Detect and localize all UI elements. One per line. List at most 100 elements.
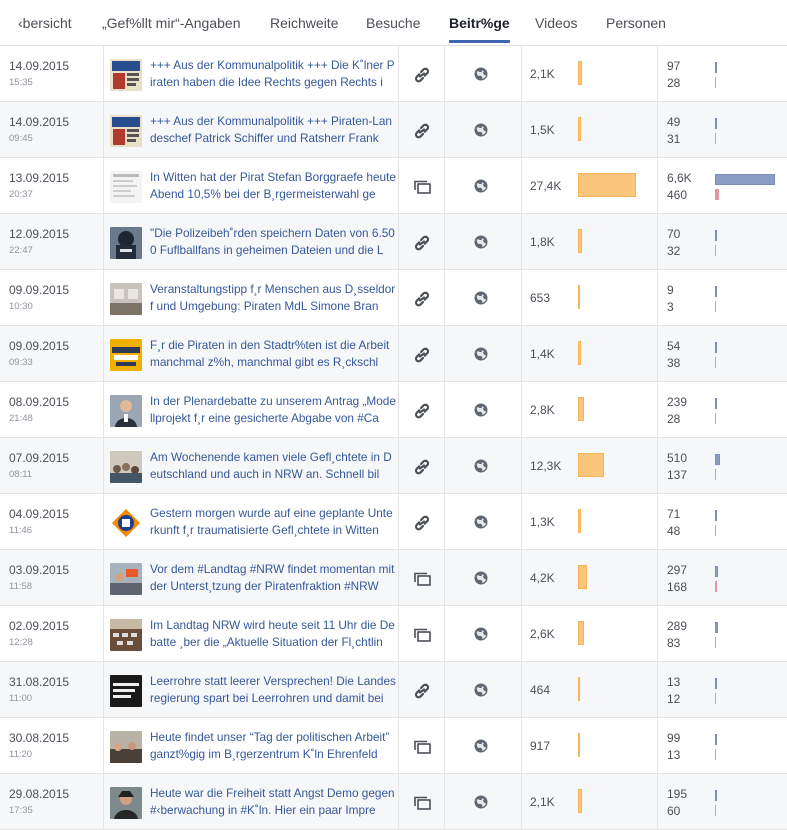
engagement-clicks: 6,6K (667, 171, 692, 185)
table-row[interactable]: 30.08.2015 11:20 Heute findet unser “Tag d… (0, 718, 787, 774)
tab-overview[interactable]: ‹bersicht (18, 15, 72, 31)
table-row[interactable]: 14.09.2015 15:35 +++ Aus der Kommunalpolit… (0, 46, 787, 102)
table-row[interactable]: 03.09.2015 11:58 Vor dem #Landtag #NRW fin… (0, 550, 787, 606)
column-divider (103, 718, 104, 773)
post-thumbnail[interactable] (110, 395, 142, 427)
post-text-link[interactable]: Vor dem #Landtag #NRW findet momentan mi… (150, 561, 396, 595)
globe-icon (474, 459, 488, 473)
tab-posts[interactable]: Beitr%ge (449, 15, 510, 43)
engagement-reactions-bar (715, 413, 716, 424)
column-divider (398, 662, 399, 717)
tab-likes[interactable]: „Gef%llt mir“-Angaben (102, 15, 241, 31)
reach-bar (578, 173, 636, 197)
post-thumbnail[interactable] (110, 675, 142, 707)
post-thumbnail[interactable] (110, 59, 142, 91)
reach-value: 2,1K (530, 67, 555, 81)
post-time: 11:20 (9, 749, 33, 760)
table-row[interactable]: 07.09.2015 08:11 Am Wochenende kamen viele… (0, 438, 787, 494)
column-divider (103, 606, 104, 661)
column-divider (521, 214, 522, 269)
post-thumbnail[interactable] (110, 171, 142, 203)
table-row[interactable]: 04.09.2015 11:46 Gestern morgen wurde auf … (0, 494, 787, 550)
column-divider (103, 46, 104, 101)
column-divider (657, 214, 658, 269)
engagement-reactions-bar (715, 637, 716, 648)
post-thumbnail[interactable] (110, 339, 142, 371)
reach-value: 4,2K (530, 571, 555, 585)
table-row[interactable]: 14.09.2015 09:45 +++ Aus der Kommunalpolit… (0, 102, 787, 158)
post-thumbnail[interactable] (110, 451, 142, 483)
engagement-reactions: 3 (667, 300, 674, 314)
engagement-clicks-bar (715, 790, 717, 801)
engagement-clicks: 99 (667, 731, 681, 745)
post-text-link[interactable]: Am Wochenende kamen viele Gefl¸chtete in… (150, 449, 396, 483)
post-date: 08.09.2015 (9, 395, 70, 409)
table-row[interactable]: 13.09.2015 20:37 In Witten hat der Pirat S… (0, 158, 787, 214)
post-thumbnail[interactable] (110, 507, 142, 539)
table-row[interactable]: 08.09.2015 21:48 In der Plenardebatte zu u… (0, 382, 787, 438)
post-thumbnail[interactable] (110, 115, 142, 147)
link-icon (412, 682, 432, 700)
globe-icon (474, 515, 488, 529)
engagement-reactions-bar (715, 693, 716, 704)
post-text-link[interactable]: Leerrohre statt leerer Versprechen! Die … (150, 673, 396, 707)
post-text-link[interactable]: In Witten hat der Pirat Stefan Borggraef… (150, 169, 396, 203)
tab-visits[interactable]: Besuche (366, 15, 420, 31)
post-time: 22:47 (9, 245, 33, 256)
post-text-link[interactable]: +++ Aus der Kommunalpolitik +++ Piraten-… (150, 113, 396, 147)
post-thumbnail[interactable] (110, 283, 142, 315)
post-text-link[interactable]: Im Landtag NRW wird heute seit 11 Uhr di… (150, 617, 396, 651)
engagement-clicks: 97 (667, 59, 681, 73)
globe-icon (474, 571, 488, 585)
post-thumbnail[interactable] (110, 731, 142, 763)
tab-reach[interactable]: Reichweite (270, 15, 338, 31)
tab-people[interactable]: Personen (606, 15, 666, 31)
reach-bar (578, 677, 580, 701)
post-time: 20:37 (9, 189, 33, 200)
post-text-link[interactable]: Veranstaltungstipp f¸r Menschen aus D¸ss… (150, 281, 396, 315)
engagement-reactions-bar (715, 357, 716, 368)
post-thumbnail[interactable] (110, 619, 142, 651)
column-divider (657, 774, 658, 829)
post-text-link[interactable]: "Die Polizeibeh˚rden speichern Daten von… (150, 225, 396, 259)
table-row[interactable]: 09.09.2015 10:30 Veranstaltungstipp f¸r Me… (0, 270, 787, 326)
post-text-link[interactable]: Heute findet unser “Tag der politischen … (150, 729, 396, 763)
table-row[interactable]: 29.08.2015 17:35 Heute war die Freiheit st… (0, 774, 787, 830)
column-divider (521, 382, 522, 437)
engagement-reactions: 28 (667, 76, 681, 90)
globe-icon (474, 627, 488, 641)
insights-tab-bar: ‹bersicht „Gef%llt mir“-Angaben Reichwei… (0, 0, 787, 46)
table-row[interactable]: 12.09.2015 22:47 "Die Polizeibeh˚rden spei… (0, 214, 787, 270)
column-divider (398, 326, 399, 381)
engagement-reactions: 13 (667, 748, 681, 762)
table-row[interactable]: 02.09.2015 12:28 Im Landtag NRW wird heute… (0, 606, 787, 662)
column-divider (444, 662, 445, 717)
post-text-link[interactable]: +++ Aus der Kommunalpolitik +++ Die K˚ln… (150, 57, 396, 91)
post-text-link[interactable]: F¸r die Piraten in den Stadtr%ten ist di… (150, 337, 396, 371)
column-divider (103, 494, 104, 549)
globe-icon (474, 347, 488, 361)
post-thumbnail[interactable] (110, 787, 142, 819)
column-divider (398, 494, 399, 549)
engagement-clicks: 510 (667, 451, 688, 465)
reach-value: 653 (530, 291, 551, 305)
column-divider (103, 550, 104, 605)
engagement-clicks-bar (715, 174, 775, 185)
post-text-link[interactable]: Heute war die Freiheit statt Angst Demo … (150, 785, 396, 819)
reach-value: 464 (530, 683, 551, 697)
column-divider (444, 774, 445, 829)
reach-value: 2,8K (530, 403, 555, 417)
post-time: 15:35 (9, 77, 33, 88)
post-text-link[interactable]: Gestern morgen wurde auf eine geplante U… (150, 505, 396, 539)
link-icon (412, 234, 432, 252)
link-icon (412, 458, 432, 476)
post-thumbnail[interactable] (110, 563, 142, 595)
tab-videos[interactable]: Videos (535, 15, 578, 31)
table-row[interactable]: 31.08.2015 11:00 Leerrohre statt leerer Ve… (0, 662, 787, 718)
post-thumbnail[interactable] (110, 227, 142, 259)
table-row[interactable]: 09.09.2015 09:33 F¸r die Piraten in den St… (0, 326, 787, 382)
engagement-clicks: 9 (667, 283, 674, 297)
column-divider (521, 494, 522, 549)
post-text-link[interactable]: In der Plenardebatte zu unserem Antrag „… (150, 393, 396, 427)
reach-value: 1,5K (530, 123, 555, 137)
